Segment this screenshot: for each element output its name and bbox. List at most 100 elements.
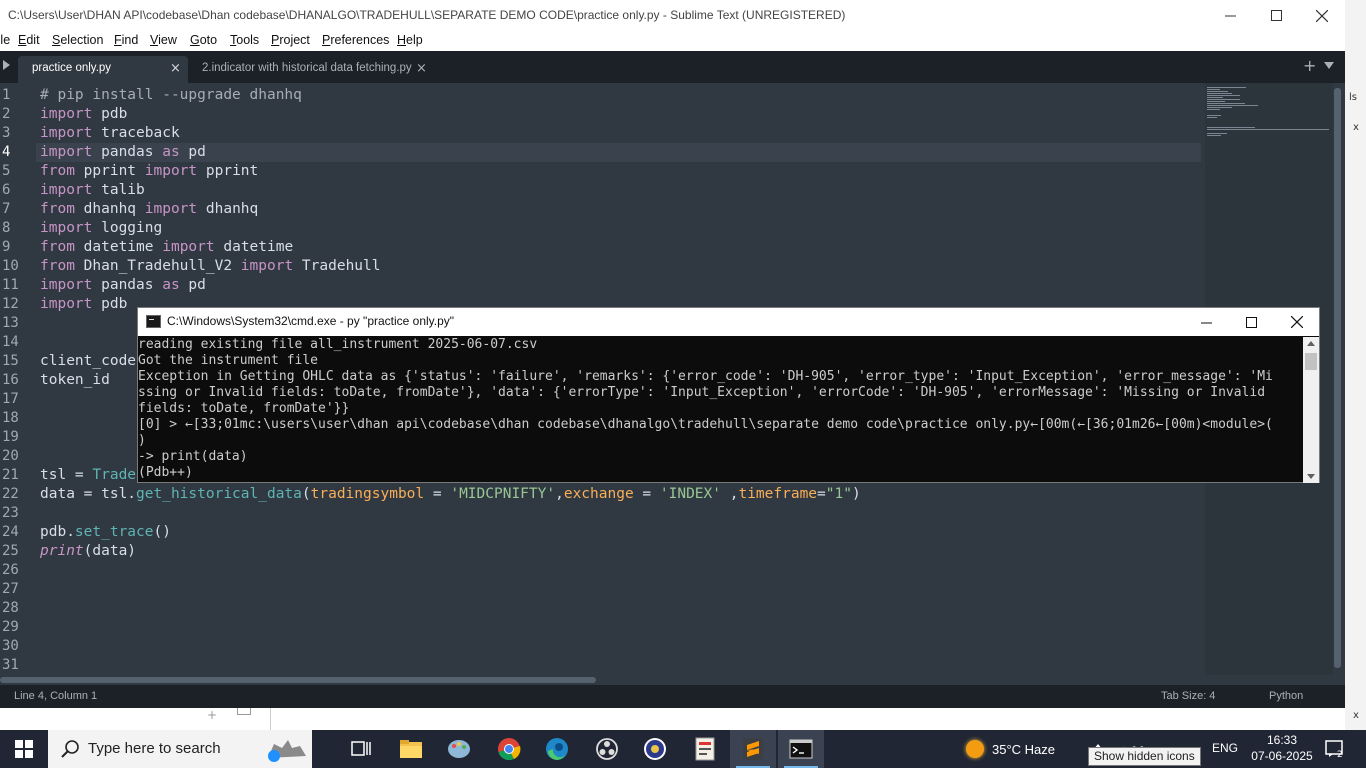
cursor-position[interactable]: Line 4, Column 1 <box>14 690 97 702</box>
edge-icon[interactable] <box>534 730 580 768</box>
search-placeholder: Type here to search <box>88 740 221 757</box>
cat-app-icon[interactable] <box>262 730 308 768</box>
paint-icon[interactable] <box>436 730 482 768</box>
menu-edit[interactable]: Edit <box>18 33 40 47</box>
code-line[interactable]: from Dhan_Tradehull_V2 import Tradehull <box>40 257 1200 276</box>
code-line[interactable] <box>40 580 1200 599</box>
tab-scroll-left-icon[interactable] <box>3 60 10 70</box>
code-line[interactable]: import logging <box>40 219 1200 238</box>
menu-file[interactable]: File <box>0 33 10 47</box>
code-line[interactable]: pdb.set_trace() <box>40 523 1200 542</box>
scroll-down-arrow-icon[interactable] <box>1307 474 1315 479</box>
menu-selection[interactable]: Selection <box>52 33 103 47</box>
horizontal-scroll-thumb[interactable] <box>0 677 596 683</box>
new-tab-plus-icon[interactable]: + <box>1303 56 1316 75</box>
minimap-line <box>1207 135 1222 136</box>
emblem-app-icon[interactable] <box>632 730 678 768</box>
cmd-titlebar[interactable]: C:\Windows\System32\cmd.exe - py "practi… <box>138 308 1319 336</box>
clock[interactable]: 16:33 07-06-2025 <box>1250 732 1314 764</box>
code-line[interactable] <box>40 618 1200 637</box>
tab-close-icon[interactable]: × <box>170 61 181 76</box>
code-token: tsl = <box>40 467 93 483</box>
svg-text:2: 2 <box>1337 750 1343 758</box>
notebook-app-icon[interactable] <box>682 730 728 768</box>
desktop-fragment-close-2: x <box>1353 710 1359 721</box>
line-number: 29 <box>2 619 19 635</box>
cmd-minimize-button[interactable] <box>1183 308 1229 336</box>
code-line[interactable]: from pprint import pprint <box>40 162 1200 181</box>
code-line[interactable]: import pdb <box>40 105 1200 124</box>
language-indicator[interactable]: ENG <box>1212 741 1238 755</box>
code-token: datetime <box>214 239 294 255</box>
line-number: 19 <box>2 429 19 445</box>
sublime-text-icon[interactable] <box>730 730 776 768</box>
obs-icon[interactable] <box>584 730 630 768</box>
tab-practice-only[interactable]: practice only.py × <box>18 56 188 83</box>
code-line[interactable] <box>40 637 1200 656</box>
code-line[interactable]: from datetime import datetime <box>40 238 1200 257</box>
code-token: pprint <box>74 163 145 179</box>
code-line[interactable] <box>40 599 1200 618</box>
line-number: 8 <box>2 220 11 236</box>
minimap-line <box>1207 95 1240 96</box>
line-number: 28 <box>2 600 19 616</box>
vertical-scrollbar[interactable] <box>1334 88 1341 668</box>
code-line[interactable]: print(data) <box>40 542 1200 561</box>
code-line[interactable]: import talib <box>40 181 1200 200</box>
code-token: , <box>555 486 564 502</box>
line-number: 11 <box>2 277 19 293</box>
menu-help[interactable]: Help <box>397 33 423 47</box>
chrome-icon[interactable] <box>486 730 532 768</box>
console-line: ssing or Invalid fields: toDate, fromDat… <box>138 385 1266 400</box>
horizontal-scrollbar[interactable] <box>0 675 1345 685</box>
code-line[interactable] <box>40 504 1200 523</box>
code-line[interactable]: import traceback <box>40 124 1200 143</box>
scroll-up-arrow-icon[interactable] <box>1307 341 1315 346</box>
desktop-divider <box>270 708 271 730</box>
code-line[interactable]: data = tsl.get_historical_data(tradingsy… <box>40 485 1200 504</box>
line-number: 5 <box>2 163 11 179</box>
cmd-maximize-button[interactable] <box>1228 308 1274 336</box>
code-line[interactable]: import pandas as pd <box>36 143 1201 162</box>
close-button[interactable] <box>1299 0 1345 31</box>
code-line[interactable] <box>40 561 1200 580</box>
code-line[interactable] <box>40 656 1200 675</box>
sublime-titlebar[interactable]: C:\Users\User\DHAN API\codebase\Dhan cod… <box>0 0 1345 31</box>
line-number: 16 <box>2 372 19 388</box>
code-token: exchange <box>563 486 634 502</box>
notification-icon[interactable]: 2 <box>1325 740 1345 762</box>
desktop-box-fragment <box>237 708 251 715</box>
menu-preferences[interactable]: Preferences <box>322 33 389 47</box>
menu-view[interactable]: View <box>150 33 177 47</box>
cmd-scroll-thumb[interactable] <box>1305 353 1317 370</box>
file-explorer-icon[interactable] <box>388 730 434 768</box>
code-line[interactable]: from dhanhq import dhanhq <box>40 200 1200 219</box>
cmd-icon[interactable] <box>778 730 824 768</box>
menu-goto[interactable]: Goto <box>190 33 217 47</box>
maximize-button[interactable] <box>1253 0 1299 31</box>
vertical-scroll-thumb[interactable] <box>1334 88 1341 668</box>
tab-close-icon[interactable]: × <box>416 61 427 76</box>
cmd-scrollbar[interactable] <box>1303 337 1319 483</box>
code-token: Dhan_Tradehull_V2 <box>74 258 241 274</box>
syntax-indicator[interactable]: Python <box>1269 690 1303 702</box>
menu-find[interactable]: Find <box>114 33 138 47</box>
code-token: "1" <box>825 486 852 502</box>
cmd-console-output[interactable]: reading existing file all_instrument 202… <box>138 337 1302 483</box>
menu-tools[interactable]: Tools <box>230 33 259 47</box>
code-line[interactable]: # pip install --upgrade dhanhq <box>40 86 1200 105</box>
task-view-icon[interactable] <box>338 730 384 768</box>
tab-size-indicator[interactable]: Tab Size: 4 <box>1161 690 1215 702</box>
code-token: logging <box>92 220 163 236</box>
tab-indicator-historical[interactable]: 2.indicator with historical data fetchin… <box>188 56 438 83</box>
cmd-close-button[interactable] <box>1274 308 1320 336</box>
code-line[interactable]: import pandas as pd <box>40 276 1200 295</box>
code-token: client_code <box>40 353 137 369</box>
console-prompt[interactable]: (Pdb++) <box>138 465 1302 481</box>
tab-list-chevron-down-icon[interactable] <box>1324 62 1334 69</box>
start-button[interactable] <box>0 730 48 768</box>
minimize-button[interactable] <box>1207 0 1253 31</box>
weather-widget[interactable]: 35°C Haze <box>966 730 1055 768</box>
code-token: import <box>40 106 93 122</box>
menu-project[interactable]: Project <box>271 33 310 47</box>
